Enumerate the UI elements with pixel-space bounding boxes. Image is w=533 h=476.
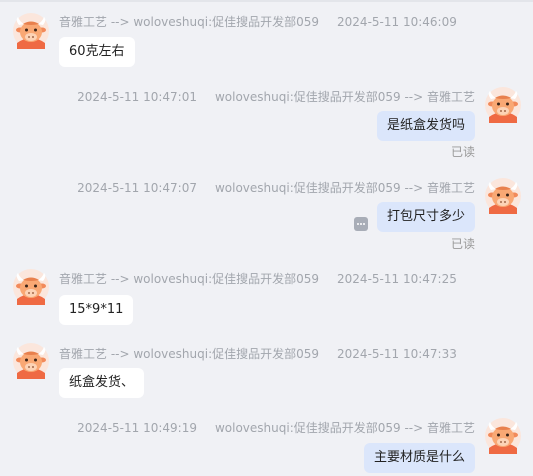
message-bubble[interactable]: 是纸盒发货吗 [376,111,475,141]
message-sender: 音雅工艺 --> woloveshuqi:促佳搜品开发部059 [59,347,320,361]
message-bubble[interactable]: 打包尺寸多少 [376,202,475,232]
message-meta: 音雅工艺 --> woloveshuqi:促佳搜品开发部059 2024-5-11… [59,13,457,30]
message-time: 2024-5-11 10:47:01 [77,90,197,104]
message-meta: 2024-5-11 10:49:19 woloveshuqi:促佳搜品开发部059… [77,419,475,436]
message-time: 2024-5-11 10:47:07 [77,181,197,195]
cartoon-bull-avatar-icon[interactable] [485,418,521,454]
message-time: 2024-5-11 10:46:09 [337,15,457,29]
cartoon-bull-avatar-icon[interactable] [485,87,521,123]
message-meta: 2024-5-11 10:47:07 woloveshuqi:促佳搜品开发部059… [77,179,475,196]
message-time: 2024-5-11 10:49:19 [77,421,197,435]
message-meta: 2024-5-11 10:47:01 woloveshuqi:促佳搜品开发部059… [77,88,475,105]
message-meta: 音雅工艺 --> woloveshuqi:促佳搜品开发部059 2024-5-11… [59,345,457,362]
message-meta: 音雅工艺 --> woloveshuqi:促佳搜品开发部059 2024-5-11… [59,270,457,287]
message-time: 2024-5-11 10:47:25 [337,272,457,286]
cartoon-bull-avatar-icon[interactable] [485,178,521,214]
message-time: 2024-5-11 10:47:33 [337,347,457,361]
message-bubble[interactable]: 纸盒发货、 [59,368,145,398]
read-status: 已读 [450,237,475,251]
message-bubble[interactable]: 主要材质是什么 [363,443,475,473]
message-sender: woloveshuqi:促佳搜品开发部059 --> 音雅工艺 [214,181,475,195]
message-sender: 音雅工艺 --> woloveshuqi:促佳搜品开发部059 [59,15,320,29]
message-sender: woloveshuqi:促佳搜品开发部059 --> 音雅工艺 [214,90,475,104]
top-divider [0,0,533,2]
read-status: 已读 [450,145,475,159]
cartoon-bull-avatar-icon[interactable] [13,13,49,49]
message-sender: 音雅工艺 --> woloveshuqi:促佳搜品开发部059 [59,272,320,286]
more-options-icon[interactable] [354,217,368,231]
message-bubble[interactable]: 60克左右 [59,37,135,67]
cartoon-bull-avatar-icon[interactable] [13,343,49,379]
cartoon-bull-avatar-icon[interactable] [13,269,49,305]
message-sender: woloveshuqi:促佳搜品开发部059 --> 音雅工艺 [214,421,475,435]
message-bubble[interactable]: 15*9*11 [59,295,134,325]
